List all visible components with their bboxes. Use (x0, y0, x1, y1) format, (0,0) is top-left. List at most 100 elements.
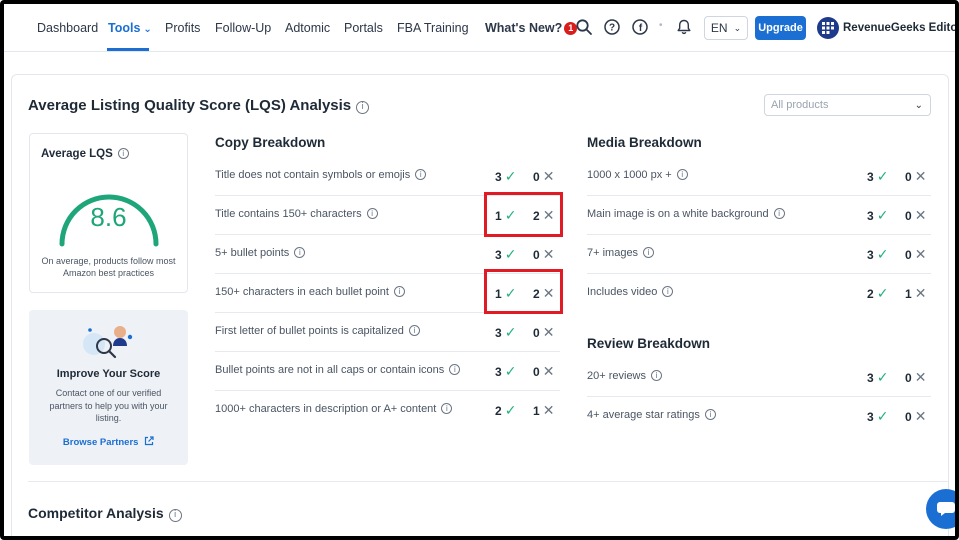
info-icon[interactable]: i (294, 247, 306, 258)
improve-score-title: Improve Your Score (56, 368, 161, 380)
profile-menu[interactable]: RevenueGeeks Editorial ⌄ (817, 16, 958, 40)
pass-count: 3 ✓ (867, 246, 888, 263)
cross-icon: ✕ (542, 246, 555, 262)
criterion-label-text: 7+ images (587, 247, 639, 259)
check-icon: ✓ (504, 324, 517, 340)
info-icon[interactable]: i (662, 286, 674, 297)
copy-breakdown-title: Copy Breakdown (215, 135, 326, 150)
criterion-label: First letter of bullet points is capital… (215, 325, 420, 337)
profile-name: RevenueGeeks Editorial (843, 22, 958, 34)
info-icon[interactable]: i (643, 247, 655, 258)
fail-count-value: 0 (905, 208, 912, 223)
fail-count-value: 0 (905, 409, 912, 424)
info-icon[interactable]: i (393, 286, 405, 297)
nav-adtomic[interactable]: Adtomic (285, 21, 330, 35)
criterion-label-text: 4+ average star ratings (587, 409, 700, 421)
review-breakdown-title: Review Breakdown (587, 336, 711, 351)
product-filter-value: All products (771, 99, 829, 111)
pass-count: 3 ✓ (495, 324, 516, 341)
copy-row: Bullet points are not in all caps or con… (215, 352, 560, 391)
nav-tools-label: Tools (108, 21, 141, 35)
nav-dashboard[interactable]: Dashboard (37, 21, 98, 35)
pass-count-value: 3 (495, 169, 502, 184)
criterion-label-text: 1000+ characters in description or A+ co… (215, 403, 437, 415)
fail-count: 1 ✕ (533, 402, 554, 419)
info-icon[interactable]: i (356, 100, 370, 114)
info-icon[interactable]: i (676, 169, 688, 180)
media-row: Includes video i 2 ✓ 1 ✕ (587, 274, 931, 313)
browse-partners-link[interactable]: Browse Partners (29, 436, 188, 448)
cross-icon: ✕ (542, 324, 555, 340)
fail-count: 0 ✕ (533, 168, 554, 185)
criterion-label: Title does not contain symbols or emojis… (215, 169, 427, 181)
check-icon: ✓ (504, 246, 517, 262)
highlight-box (484, 269, 563, 314)
info-icon[interactable]: i (704, 409, 716, 420)
facebook-icon[interactable]: f (631, 18, 649, 36)
help-icon[interactable]: ? (603, 18, 621, 36)
fail-count: 0 ✕ (533, 246, 554, 263)
nav-profits[interactable]: Profits (165, 21, 200, 35)
info-icon[interactable]: i (415, 169, 427, 180)
criterion-label-text: 150+ characters in each bullet point (215, 286, 389, 298)
app-frame: Dashboard Tools ⌄ Profits Follow-Up Adtom… (0, 0, 959, 540)
search-icon[interactable] (575, 18, 593, 36)
lqs-section-title: Average Listing Quality Score (LQS) Anal… (28, 97, 370, 114)
chat-widget-button[interactable] (926, 489, 955, 529)
nav-tools[interactable]: Tools ⌄ (108, 21, 152, 35)
chat-icon (937, 502, 955, 516)
fail-count-value: 0 (905, 370, 912, 385)
criterion-label: 1000+ characters in description or A+ co… (215, 403, 453, 415)
criterion-label: Bullet points are not in all caps or con… (215, 364, 461, 376)
upgrade-button[interactable]: Upgrade (755, 16, 806, 40)
nav-follow-up[interactable]: Follow-Up (215, 21, 271, 35)
average-lqs-description: On average, products follow most Amazon … (41, 256, 176, 278)
info-icon[interactable]: i (168, 508, 182, 522)
nav-portals[interactable]: Portals (344, 21, 383, 35)
svg-text:?: ? (609, 23, 615, 34)
info-icon[interactable]: i (441, 403, 453, 414)
check-icon: ✓ (876, 207, 889, 223)
pass-count-value: 3 (867, 247, 874, 262)
fail-count-value: 0 (533, 169, 540, 184)
fail-count: 0 ✕ (905, 369, 926, 386)
pass-count-value: 3 (495, 325, 502, 340)
pass-count: 3 ✓ (867, 207, 888, 224)
product-filter-select[interactable]: All products ⌄ (764, 94, 931, 116)
copy-row: Title does not contain symbols or emojis… (215, 157, 560, 196)
pass-count: 3 ✓ (867, 408, 888, 425)
fail-count: 0 ✕ (533, 324, 554, 341)
criterion-label: Main image is on a white background i (587, 208, 785, 220)
info-icon[interactable]: i (408, 325, 420, 336)
fail-count: 0 ✕ (905, 408, 926, 425)
info-icon[interactable]: i (449, 364, 461, 375)
copy-row: First letter of bullet points is capital… (215, 313, 560, 352)
fail-count-value: 0 (533, 247, 540, 262)
average-lqs-label: Average LQS i (41, 148, 129, 160)
cross-icon: ✕ (914, 285, 927, 301)
info-icon[interactable]: i (117, 148, 129, 159)
bell-icon[interactable] (675, 18, 693, 36)
check-icon: ✓ (504, 363, 517, 379)
info-icon[interactable]: i (773, 208, 785, 219)
chevron-down-icon: ⌄ (914, 99, 923, 111)
language-select[interactable]: EN ⌄ (704, 16, 748, 40)
check-icon: ✓ (876, 285, 889, 301)
fail-count: 0 ✕ (533, 363, 554, 380)
check-icon: ✓ (504, 168, 517, 184)
whats-new-label: What's New? (485, 21, 563, 35)
cross-icon: ✕ (914, 207, 927, 223)
fail-count-value: 1 (533, 403, 540, 418)
criterion-label: 150+ characters in each bullet point i (215, 286, 405, 298)
info-icon[interactable]: i (366, 208, 378, 219)
nav-whats-new[interactable]: What's New? 1 (485, 21, 578, 35)
check-icon: ✓ (876, 369, 889, 385)
criterion-label-text: First letter of bullet points is capital… (215, 325, 404, 337)
divider (28, 481, 948, 482)
competitor-analysis-title: Competitor Analysis i (28, 505, 182, 522)
nav-fba-training[interactable]: FBA Training (397, 21, 469, 35)
pass-count: 3 ✓ (495, 363, 516, 380)
media-row: 1000 x 1000 px + i 3 ✓ 0 ✕ (587, 157, 931, 196)
info-icon[interactable]: i (651, 370, 663, 381)
pass-count-value: 3 (495, 247, 502, 262)
